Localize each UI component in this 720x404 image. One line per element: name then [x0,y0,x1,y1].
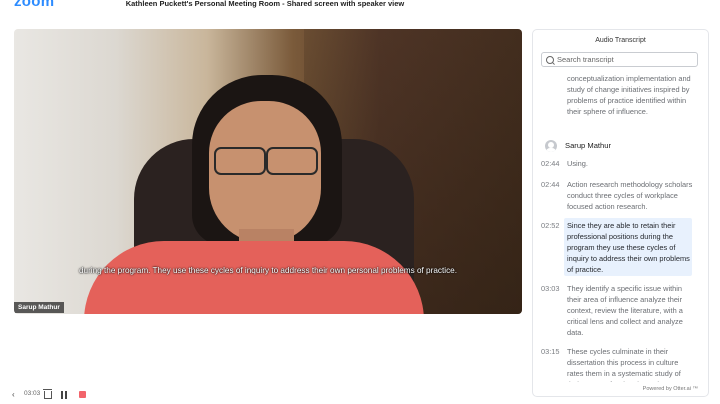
transcript-continued-text: conceptualization implementation and stu… [567,74,691,116]
entry-timestamp[interactable]: 02:52 [541,220,560,231]
back-chevron-icon[interactable]: ‹ [12,390,15,399]
glasses-lens-left [214,147,266,175]
closed-caption: during the program. They use these cycle… [78,266,458,275]
entry-text: They identify a specific issue within th… [567,284,683,337]
entry-timestamp[interactable]: 03:15 [541,346,560,357]
trash-icon[interactable] [43,389,52,399]
entry-timestamp[interactable]: 02:44 [541,158,560,169]
entry-timestamp[interactable]: 03:03 [541,283,560,294]
participant-name-badge: Sarup Mathur [14,302,64,313]
entry-text: Action research methodology scholars con… [567,180,693,211]
playback-time: 03:03 [24,390,41,397]
stop-recording-icon[interactable] [79,391,86,398]
search-input[interactable] [557,53,692,66]
transcript-scroll-area[interactable]: conceptualization implementation and stu… [533,70,708,382]
entry-text-active: Since they are able to retain their prof… [567,221,690,274]
pause-icon[interactable] [61,391,68,399]
entry-timestamp[interactable]: 02:44 [541,179,560,190]
glasses-lens-right [266,147,318,175]
speaker-glasses [206,147,322,175]
powered-by-otter[interactable]: Powered by Otter.ai ™ [643,386,698,392]
speaker-avatar-icon [545,140,557,152]
transcript-search[interactable] [541,52,698,67]
entry-text: Using. [567,159,588,168]
transcript-panel: Audio Transcript conceptualization imple… [532,29,709,397]
window-title: Kathleen Puckett's Personal Meeting Room… [125,0,405,8]
entry-text: These cycles culminate in their disserta… [567,347,681,382]
transcript-panel-title: Audio Transcript [595,37,646,44]
speaker-name: Sarup Mathur [565,141,612,150]
search-icon [546,56,554,64]
speaker-video: during the program. They use these cycle… [14,29,522,314]
speaker-shirt [84,241,424,314]
